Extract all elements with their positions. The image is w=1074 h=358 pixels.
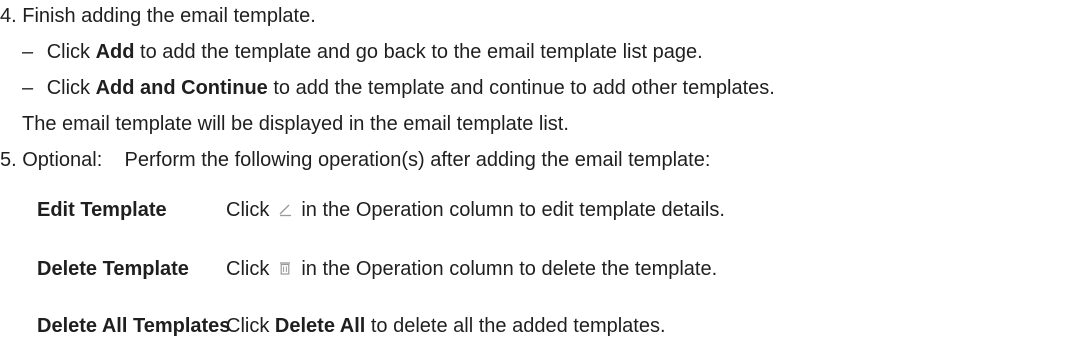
step-5-line: 5. Optional: Perform the following opera… [0,146,710,174]
operation-row-delete-all: Delete All Templates Click Delete All to… [0,312,1074,340]
operation-description: Click in the Operation column to delete t… [226,255,717,284]
operation-post: in the Operation column to edit template… [301,199,725,221]
bullet-text-pre: Click [46,77,91,99]
operation-name: Delete Template [37,258,189,280]
operation-row-delete: Delete Template Click in the Operation co… [0,255,1074,283]
operation-pre: Click [226,199,270,221]
step-4-text: Finish adding the email template. [22,5,316,27]
edit-pencil-icon [277,197,293,225]
operation-post: to delete all the added templates. [370,315,666,337]
operation-name: Delete All Templates [37,315,231,337]
bullet-dash: – [22,41,34,63]
step-4-result: The email template will be displayed in … [22,110,569,138]
bullet-text-post: to add the template and continue to add … [273,77,775,99]
step-4-bullet-add-continue: – Click Add and Continue to add the temp… [22,74,775,102]
step-4-result-text: The email template will be displayed in … [22,113,569,135]
add-button-label: Add [95,41,135,63]
operation-post: in the Operation column to delete the te… [301,258,718,280]
step-4-bullet-add: – Click Add to add the template and go b… [22,38,703,66]
bullet-text-pre: Click [46,41,91,63]
trash-icon [277,256,293,284]
operation-description: Click in the Operation column to edit tem… [226,196,725,225]
operation-description: Click Delete All to delete all the added… [226,312,666,340]
operation-pre: Click [226,258,270,280]
step-4-line: 4. Finish adding the email template. [0,2,316,30]
step-5-text: Optional: Perform the following operatio… [22,149,711,171]
bullet-dash: – [22,77,34,99]
delete-all-button-label: Delete All [274,315,366,337]
bullet-text-post: to add the template and go back to the e… [140,41,703,63]
operation-row-edit: Edit Template Click in the Operation colu… [0,196,1074,224]
step-4-number: 4. [0,5,17,27]
operation-name: Edit Template [37,199,167,221]
operation-pre: Click [226,315,270,337]
add-and-continue-button-label: Add and Continue [95,77,268,99]
step-5-number: 5. [0,149,17,171]
